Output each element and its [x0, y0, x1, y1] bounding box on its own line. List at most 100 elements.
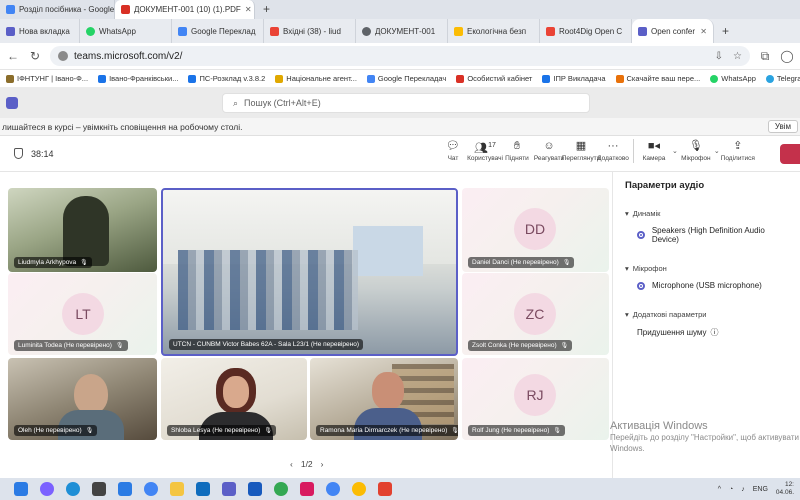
outlook-icon[interactable] [196, 482, 210, 496]
bookmark-item[interactable]: Національне агент... [275, 74, 357, 83]
browser-tab-gmail[interactable]: Вхідні (38) - liud [264, 19, 356, 43]
browser-tab-ecology[interactable]: Екологічна безп [448, 19, 540, 43]
video-tile[interactable]: DD Daniel Danci (Не перевірено) 🎙︎ [462, 188, 609, 272]
start-icon[interactable] [14, 482, 28, 496]
enable-notifications-button[interactable]: Увім [767, 120, 798, 133]
leave-call-button[interactable] [780, 144, 800, 164]
chevron-right-icon[interactable]: › [321, 459, 324, 469]
chat-button[interactable]: 💬︎ Чат [437, 139, 469, 163]
info-icon[interactable]: ⓘ [711, 327, 719, 338]
watermark-body: Перейдіть до розділу "Настройки", щоб ак… [610, 433, 799, 453]
radio-selected-icon[interactable] [637, 281, 645, 290]
speaker-option[interactable]: Speakers (High Definition Audio Device) [637, 226, 788, 244]
profile-icon[interactable]: ◯ [780, 49, 794, 63]
more-button[interactable]: ··· Додатково [597, 139, 629, 163]
chrome-profile-icon[interactable] [326, 482, 340, 496]
chevron-up-icon[interactable]: ^ [718, 486, 721, 493]
browser-tab-whatsapp[interactable]: WhatsApp [80, 19, 172, 43]
mic-button[interactable]: 🎙︎ Мікрофон [680, 139, 712, 163]
volume-icon[interactable]: ♪ [741, 486, 745, 493]
chrome-profile-icon[interactable] [274, 482, 288, 496]
new-tab-button[interactable]: + [255, 0, 278, 19]
photos-icon[interactable] [92, 482, 106, 496]
bookmark-item[interactable]: ПС-Розклад v.3.8.2 [188, 74, 265, 83]
video-tile-active[interactable]: UTCN - CUNBM Victor Babes 62A - Sala L23… [161, 188, 458, 356]
avatar: LT [62, 293, 104, 335]
chrome-profile-icon[interactable] [352, 482, 366, 496]
chevron-left-icon[interactable]: ‹ [290, 459, 293, 469]
star-icon[interactable]: ☆ [733, 51, 742, 62]
meeting-tools: 💬︎ Чат 👥︎17 Користувачі ✋︎ Підняти ☺ Реагува… [437, 139, 755, 163]
share-button[interactable]: ⇪ Поділитися [721, 139, 755, 163]
site-info-icon[interactable] [58, 51, 68, 61]
view-label: Переглянути [561, 155, 601, 162]
participant-face [372, 372, 404, 410]
participants-button[interactable]: 👥︎17 Користувачі [467, 139, 503, 163]
video-tile[interactable]: Oleh (Не перевірено) 🎙︎ [8, 358, 157, 440]
word-icon[interactable] [248, 482, 262, 496]
gmail-icon [546, 26, 555, 36]
bookmark-item[interactable]: ІПР Викладача [542, 74, 606, 83]
bookmark-item[interactable]: ІФНТУНГ | Івано-Ф... [6, 74, 88, 83]
reload-icon[interactable]: ↻ [28, 49, 42, 63]
camera-button[interactable]: ■◂ Камера [638, 139, 670, 163]
bookmark-item[interactable]: Google Перекладач [366, 74, 446, 83]
windows-taskbar: ^ ◔ ♪ ENG 12: 04.06. [0, 478, 800, 500]
browser-tab-open-conference[interactable]: Open confer ✕ [632, 19, 714, 43]
new-tab-button[interactable]: + [714, 22, 737, 41]
video-tile[interactable]: RJ Rolf Jung (Не перевірено) 🎙︎ [462, 358, 609, 440]
bookmark-item[interactable]: Особистий кабінет [456, 74, 532, 83]
install-icon[interactable]: ⇩ [715, 51, 723, 62]
browser-tab-root4dig[interactable]: Root4Dig Open C [540, 19, 632, 43]
bookmark-icon [542, 74, 551, 83]
browser-tab-pdf[interactable]: ДОКУМЕНТ-001 (10) (1).PDF ✕ [115, 0, 255, 19]
system-tray: ^ ◔ ♪ ENG 12: 04.06. [718, 481, 800, 497]
browser-tab-translate[interactable]: Google Переклад [172, 19, 264, 43]
speaker-section[interactable]: ▾ Динамік [625, 209, 788, 218]
chrome-icon[interactable] [144, 482, 158, 496]
acrobat-icon[interactable] [378, 482, 392, 496]
clock[interactable]: 12: 04.06. [776, 481, 794, 497]
teams-search-input[interactable]: ⌕ Пошук (Ctrl+Alt+E) [222, 93, 590, 113]
store-icon[interactable] [118, 482, 132, 496]
back-icon[interactable]: ← [6, 49, 20, 63]
video-tile[interactable]: Ramona Maria Dirmarczek (Не перевірено) 🎙… [310, 358, 458, 440]
edge-icon[interactable] [66, 482, 80, 496]
chevron-down-icon[interactable]: ⌄ [714, 147, 720, 155]
raise-hand-button[interactable]: ✋︎ Підняти [501, 139, 533, 163]
close-icon[interactable]: ✕ [245, 5, 252, 14]
mic-option[interactable]: Microphone (USB microphone) [637, 281, 788, 290]
chat-label: Чат [447, 155, 459, 162]
video-tile[interactable]: LT Luminita Todea (Не перевірено) 🎙︎ [8, 273, 157, 355]
bookmark-item[interactable]: Івано-Франківськи... [98, 74, 178, 83]
copilot-icon[interactable] [40, 482, 54, 496]
react-button[interactable]: ☺ Реагувати [533, 139, 565, 163]
file-explorer-icon[interactable] [170, 482, 184, 496]
browser-tab-new[interactable]: Нова вкладка [0, 19, 80, 43]
video-tile[interactable]: ZC Zsolt Conka (Не перевірено) 🎙︎ [462, 273, 609, 355]
bookmark-label: Особистий кабінет [467, 74, 533, 83]
chevron-down-icon[interactable]: ⌄ [672, 147, 678, 155]
radio-selected-icon[interactable] [637, 231, 645, 239]
video-tile[interactable]: Liudmyla Arkhypova 🎙︎ [8, 188, 157, 272]
bookmark-item[interactable]: WhatsApp [710, 74, 756, 83]
mic-off-icon: 🎙︎ [115, 343, 124, 349]
url-input[interactable]: teams.microsoft.com/v2/ ⇩ ☆ [50, 46, 750, 66]
bookmark-item[interactable]: Telegram [765, 74, 800, 83]
language-indicator[interactable]: ENG [753, 486, 768, 493]
close-icon[interactable]: ✕ [700, 27, 707, 36]
extensions-icon[interactable]: ⧉ [758, 49, 772, 64]
browser-tab-google-docs[interactable]: Розділ посібника - Google Докум [0, 0, 115, 19]
meeting-timer: 38:14 [0, 148, 54, 159]
app-icon[interactable] [300, 482, 314, 496]
video-tile[interactable]: Shloba Lesya (Не перевірено) 🎙︎ [161, 358, 307, 440]
teams-icon[interactable] [222, 482, 236, 496]
bookmark-item[interactable]: Скачайте ваш пере... [615, 74, 700, 83]
noise-suppression-setting[interactable]: Придушення шуму ⓘ [637, 327, 788, 338]
extra-section[interactable]: ▾ Додаткові параметри [625, 310, 788, 319]
view-button[interactable]: ▦ Переглянути [562, 139, 601, 163]
mic-section[interactable]: ▾ Мікрофон [625, 264, 788, 273]
browser-tab-document[interactable]: ДОКУМЕНТ-001 [356, 19, 448, 43]
participant-face [223, 376, 249, 408]
network-icon[interactable]: ◔ [729, 486, 733, 493]
